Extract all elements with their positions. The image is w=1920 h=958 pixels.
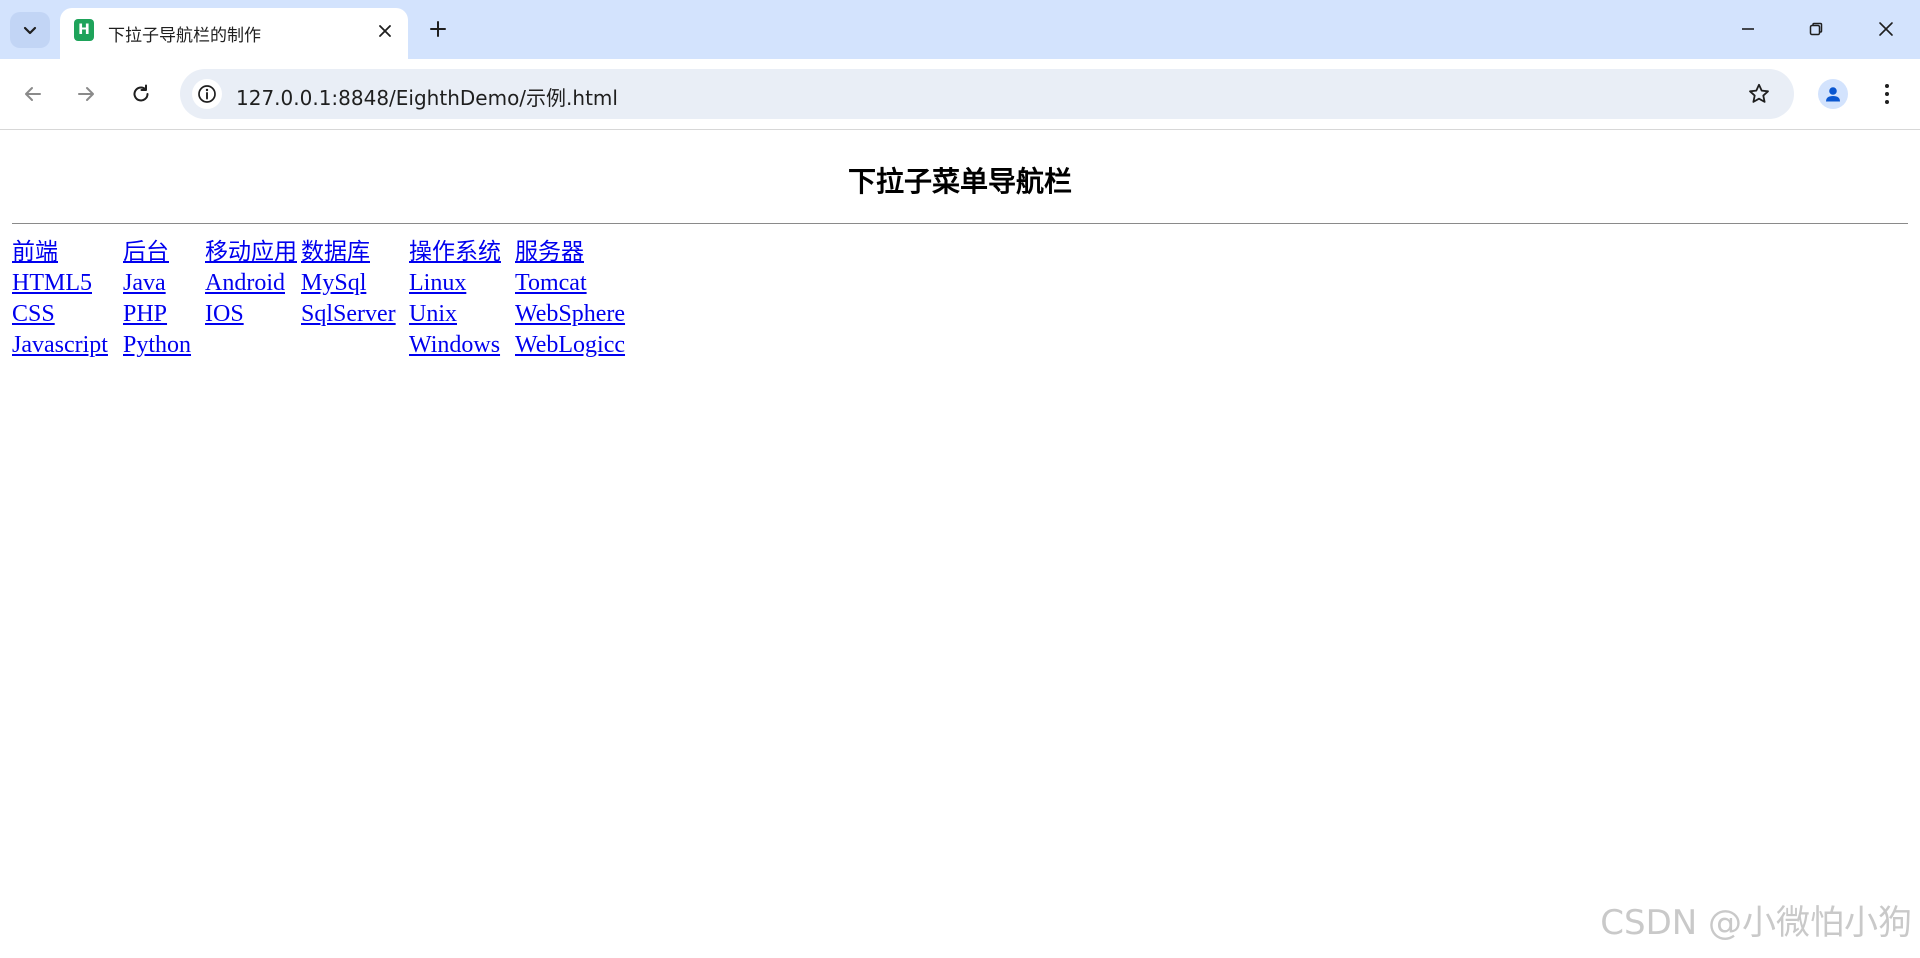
close-icon (1879, 22, 1893, 36)
browser-menu-button[interactable] (1870, 77, 1904, 111)
submenu-item-link[interactable]: MySql (301, 268, 409, 299)
menu-header-link[interactable]: 数据库 (301, 237, 409, 268)
url-text[interactable]: 127.0.0.1:8848/EighthDemo/示例.html (236, 82, 618, 111)
menu-header-link[interactable]: 服务器 (515, 237, 655, 268)
active-tab[interactable]: H 下拉子导航栏的制作 (60, 8, 408, 59)
tab-search-button[interactable] (10, 12, 50, 48)
submenu-item-link[interactable]: Java (123, 268, 205, 299)
tab-strip: H 下拉子导航栏的制作 (0, 0, 1920, 59)
submenu-item-link[interactable]: HTML5 (12, 268, 123, 299)
submenu-item-link[interactable]: CSS (12, 299, 123, 330)
more-vertical-icon (1885, 84, 1889, 104)
address-bar[interactable]: 127.0.0.1:8848/EighthDemo/示例.html (180, 69, 1794, 119)
arrow-left-icon (25, 87, 41, 101)
submenu-item-link[interactable]: WebLogicc (515, 330, 655, 361)
submenu-item-link[interactable]: SqlServer (301, 299, 409, 330)
submenu-item-link[interactable]: Android (205, 268, 301, 299)
info-icon (198, 85, 216, 103)
menu-column: 后台 Java PHP Python (123, 237, 205, 361)
page-content: 下拉子菜单导航栏 前端 HTML5 CSS Javascript 后台 Java PHP Py… (0, 130, 1920, 958)
tab-title: 下拉子导航栏的制作 (108, 26, 261, 46)
reload-button[interactable] (122, 75, 160, 113)
submenu-item-link[interactable]: Unix (409, 299, 515, 330)
menu-header-link[interactable]: 后台 (123, 237, 205, 268)
menu-header-link[interactable]: 操作系统 (409, 237, 515, 268)
menu-column: 服务器 Tomcat WebSphere WebLogicc (515, 237, 655, 361)
page-title: 下拉子菜单导航栏 (847, 165, 1072, 198)
tab-close-button[interactable] (374, 20, 396, 42)
new-tab-button[interactable] (422, 13, 454, 45)
submenu-item-link[interactable]: Python (123, 330, 205, 361)
menu-header-link[interactable]: 前端 (12, 237, 123, 268)
submenu-item-link[interactable]: WebSphere (515, 299, 655, 330)
browser-toolbar: 127.0.0.1:8848/EighthDemo/示例.html (0, 59, 1920, 130)
dropdown-nav-menu: 前端 HTML5 CSS Javascript 后台 Java PHP Python 移动应用 A… (12, 237, 655, 361)
submenu-item-link[interactable]: Windows (409, 330, 515, 361)
menu-header-link[interactable]: 移动应用 (205, 237, 301, 268)
minimize-icon (1742, 28, 1754, 30)
csdn-watermark: CSDN @小微怕小狗 (1600, 903, 1912, 943)
submenu-item-link[interactable]: Tomcat (515, 268, 655, 299)
bookmark-button[interactable] (1746, 81, 1772, 107)
submenu-item-link[interactable]: IOS (205, 299, 301, 330)
close-window-button[interactable] (1863, 8, 1909, 50)
star-icon (1749, 83, 1769, 103)
menu-column: 数据库 MySql SqlServer (301, 237, 409, 330)
close-icon (379, 25, 391, 37)
reload-icon (133, 84, 149, 102)
menu-column: 操作系统 Linux Unix Windows (409, 237, 515, 361)
chevron-down-icon (23, 26, 37, 35)
submenu-item-link[interactable]: Javascript (12, 330, 123, 361)
site-info-button[interactable] (192, 79, 222, 109)
hbuilder-favicon-icon: H (74, 19, 94, 41)
arrow-right-icon (78, 87, 94, 101)
person-icon (1826, 87, 1840, 102)
menu-column: 前端 HTML5 CSS Javascript (12, 237, 123, 361)
submenu-item-link[interactable]: Linux (409, 268, 515, 299)
restore-button[interactable] (1793, 8, 1839, 50)
minimize-button[interactable] (1725, 8, 1771, 50)
forward-button[interactable] (67, 75, 105, 113)
profile-button[interactable] (1818, 79, 1848, 109)
plus-icon (430, 21, 446, 37)
restore-icon (1809, 22, 1823, 36)
back-button[interactable] (14, 75, 52, 113)
horizontal-rule (12, 223, 1908, 224)
menu-column: 移动应用 Android IOS (205, 237, 301, 330)
submenu-item-link[interactable]: PHP (123, 299, 205, 330)
